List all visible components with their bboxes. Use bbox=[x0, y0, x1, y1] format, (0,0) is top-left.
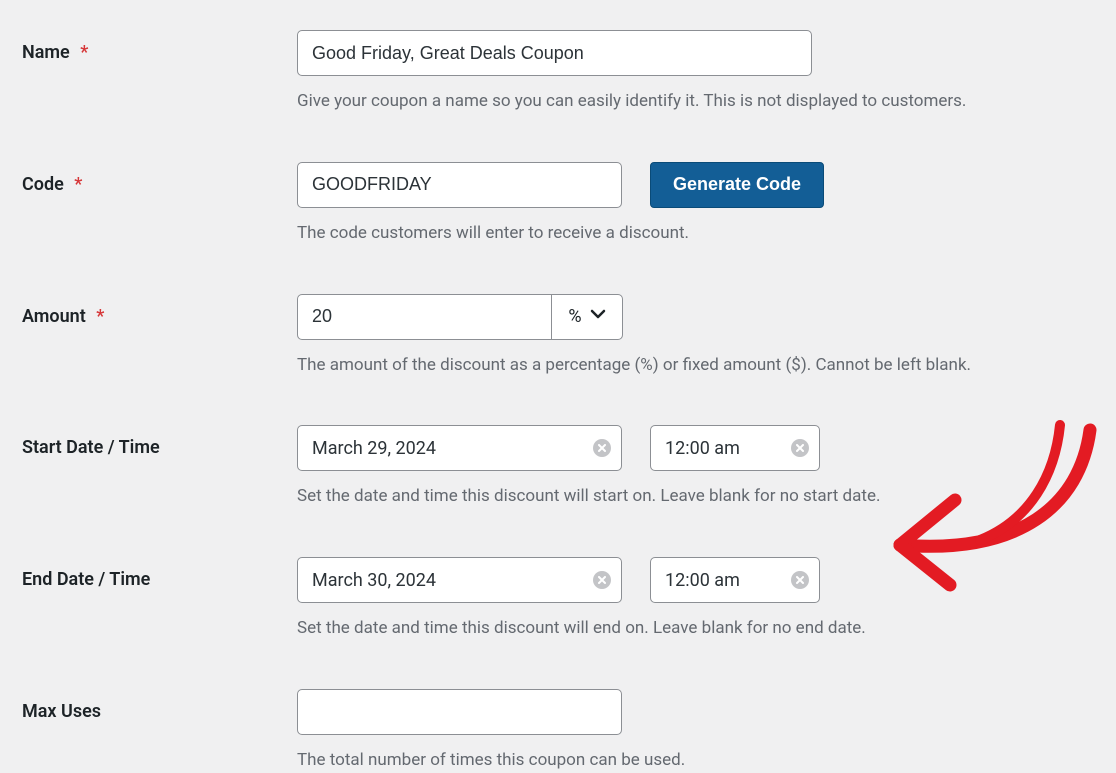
field-end: March 30, 2024 12:00 am Set the date and… bbox=[297, 557, 1094, 641]
label-end-text: End Date / Time bbox=[22, 569, 150, 590]
required-marker: * bbox=[74, 174, 82, 195]
name-input[interactable] bbox=[297, 30, 812, 76]
code-input[interactable] bbox=[297, 162, 622, 208]
maxuses-input[interactable] bbox=[297, 689, 622, 735]
amount-unit-select[interactable]: % bbox=[551, 294, 623, 340]
label-end: End Date / Time bbox=[22, 557, 297, 590]
label-start-text: Start Date / Time bbox=[22, 437, 160, 458]
field-maxuses: The total number of times this coupon ca… bbox=[297, 689, 1094, 773]
field-start: March 29, 2024 12:00 am Set the date and… bbox=[297, 425, 1094, 509]
end-date-input[interactable]: March 30, 2024 bbox=[297, 557, 622, 603]
label-maxuses: Max Uses bbox=[22, 689, 297, 722]
field-name: Give your coupon a name so you can easil… bbox=[297, 30, 1094, 114]
row-amount: Amount * % The amount of the discount as… bbox=[22, 294, 1094, 378]
name-help: Give your coupon a name so you can easil… bbox=[297, 90, 1094, 114]
clear-icon[interactable] bbox=[593, 439, 611, 457]
amount-unit-value: % bbox=[568, 306, 581, 327]
required-marker: * bbox=[96, 306, 104, 327]
label-code: Code * bbox=[22, 162, 297, 195]
field-amount: % The amount of the discount as a percen… bbox=[297, 294, 1094, 378]
clear-icon[interactable] bbox=[593, 571, 611, 589]
row-start: Start Date / Time March 29, 2024 12:00 a… bbox=[22, 425, 1094, 509]
required-marker: * bbox=[80, 42, 88, 63]
amount-input[interactable] bbox=[297, 294, 552, 340]
start-date-value: March 29, 2024 bbox=[312, 438, 436, 459]
label-amount: Amount * bbox=[22, 294, 297, 327]
row-name: Name * Give your coupon a name so you ca… bbox=[22, 30, 1094, 114]
end-time-value: 12:00 am bbox=[665, 570, 740, 591]
clear-icon[interactable] bbox=[791, 439, 809, 457]
row-maxuses: Max Uses The total number of times this … bbox=[22, 689, 1094, 773]
amount-help: The amount of the discount as a percenta… bbox=[297, 354, 1094, 378]
start-time-value: 12:00 am bbox=[665, 438, 740, 459]
end-date-value: March 30, 2024 bbox=[312, 570, 436, 591]
row-code: Code * Generate Code The code customers … bbox=[22, 162, 1094, 246]
row-end: End Date / Time March 30, 2024 12:00 am … bbox=[22, 557, 1094, 641]
label-maxuses-text: Max Uses bbox=[22, 701, 101, 722]
chevron-down-icon bbox=[590, 306, 606, 327]
generate-code-button[interactable]: Generate Code bbox=[650, 162, 824, 208]
label-amount-text: Amount bbox=[22, 306, 86, 327]
clear-icon[interactable] bbox=[791, 571, 809, 589]
label-name-text: Name bbox=[22, 42, 70, 63]
field-code: Generate Code The code customers will en… bbox=[297, 162, 1094, 246]
start-date-input[interactable]: March 29, 2024 bbox=[297, 425, 622, 471]
label-start: Start Date / Time bbox=[22, 425, 297, 458]
maxuses-help: The total number of times this coupon ca… bbox=[297, 749, 1094, 773]
end-time-input[interactable]: 12:00 am bbox=[650, 557, 820, 603]
start-help: Set the date and time this discount will… bbox=[297, 485, 1094, 509]
start-time-input[interactable]: 12:00 am bbox=[650, 425, 820, 471]
label-name: Name * bbox=[22, 30, 297, 63]
label-code-text: Code bbox=[22, 174, 64, 195]
code-help: The code customers will enter to receive… bbox=[297, 222, 1094, 246]
end-help: Set the date and time this discount will… bbox=[297, 617, 1094, 641]
